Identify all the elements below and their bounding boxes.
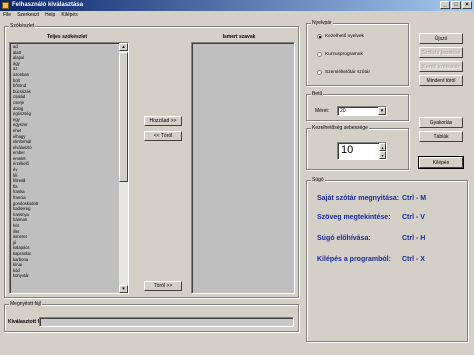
speed-group: Kezelhetőség sebessége 10 ▴ ▾: [306, 125, 409, 170]
exit-button[interactable]: Kilépés: [418, 156, 464, 169]
radio-option-3[interactable]: Szemléltetőtár szótár: [317, 70, 370, 75]
speed-group-label: Kezelhetőség sebessége: [311, 125, 369, 132]
radio-option-2[interactable]: Kurzusprogramok: [317, 52, 363, 57]
options-group-label: Nyelvpár: [311, 20, 333, 27]
speed-value: 10: [341, 144, 354, 156]
all-words-list[interactable]: ad alatt alapul ágy az azonban bolt bőrönd búcsú…: [9, 42, 129, 294]
manage-list-button[interactable]: Szólista kezelése: [419, 47, 463, 58]
scroll-thumb[interactable]: [119, 52, 128, 182]
help-line-exit: Kilépés a programból: Ctrl - X: [317, 256, 425, 263]
menu-file[interactable]: File: [3, 11, 11, 20]
file-field: [39, 317, 294, 327]
menu-bar: File Szerkeszt Help Kilépés: [0, 11, 474, 20]
minimize-icon[interactable]: _: [440, 1, 450, 9]
known-words-list[interactable]: [191, 42, 295, 294]
file-group: Megnyitott fájl Kiválasztott fájl:: [4, 301, 299, 332]
all-words-scrollbar[interactable]: ▴ ▾: [119, 43, 128, 293]
radio-unchecked-icon: [317, 52, 322, 57]
scroll-up-icon[interactable]: ▴: [119, 43, 128, 51]
practice-button[interactable]: Gyakorlás: [419, 117, 463, 128]
help-group: Súgó Saját szótár megnyitása: Ctrl - M S…: [306, 177, 468, 342]
font-size-value: 20: [340, 108, 346, 114]
font-size-select[interactable]: 20 ▾: [337, 106, 387, 116]
window-title: Felhasználó kiválasztása: [12, 2, 84, 8]
clear-all-button[interactable]: Mindent töröl: [419, 75, 463, 86]
chevron-down-icon[interactable]: ▾: [378, 107, 386, 115]
start-button[interactable]: Kezdő szóközlés: [419, 61, 463, 72]
font-group: Betű Méret: 20 ▾: [306, 91, 409, 121]
help-group-label: Súgó: [311, 177, 325, 184]
delete-button[interactable]: Töröl >>: [144, 281, 182, 291]
speed-stepper[interactable]: 10 ▴ ▾: [337, 142, 387, 160]
tables-button[interactable]: Táblák: [419, 131, 463, 142]
title-bar: Felhasználó kiválasztása _ □ ×: [0, 0, 474, 11]
stepper-up-icon[interactable]: ▴: [379, 143, 386, 151]
remove-button[interactable]: << Töröl: [144, 131, 182, 141]
help-line-view: Szöveg megtekintése: Ctrl - V: [317, 214, 425, 221]
words-group: Szókészlet Teljes szókészlet Ismert szav…: [4, 23, 299, 298]
menu-exit[interactable]: Kilépés: [61, 11, 77, 20]
scroll-down-icon[interactable]: ▾: [119, 285, 128, 293]
all-words-header: Teljes szókészlet: [46, 34, 88, 40]
radio-unchecked-icon: [317, 70, 322, 75]
help-line-open: Saját szótár megnyitása: Ctrl - M: [317, 195, 427, 202]
radio-option-1[interactable]: Kezelhető nyelvek: [317, 34, 364, 39]
known-words-header: Ismert szavak: [222, 34, 256, 40]
close-icon[interactable]: ×: [462, 1, 472, 9]
file-group-label: Megnyitott fájl: [9, 301, 42, 308]
font-size-label: Méret:: [315, 108, 330, 114]
radio-checked-icon: [317, 34, 322, 39]
new-word-button[interactable]: Újszó: [419, 33, 463, 44]
options-group: Nyelvpár Kezelhető nyelvek Kurzusprogram…: [306, 20, 409, 86]
maximize-icon[interactable]: □: [451, 1, 461, 9]
help-line-help: Súgó előhívása: Ctrl - H: [317, 235, 426, 242]
font-group-label: Betű: [311, 91, 324, 98]
stepper-down-icon[interactable]: ▾: [379, 151, 386, 159]
words-group-label: Szókészlet: [9, 23, 36, 30]
list-item[interactable]: könyvtár: [11, 273, 118, 279]
menu-edit[interactable]: Szerkeszt: [17, 11, 39, 20]
add-button[interactable]: Hozzáad >>: [144, 116, 182, 126]
app-icon: [2, 2, 9, 9]
menu-help[interactable]: Help: [45, 11, 55, 20]
